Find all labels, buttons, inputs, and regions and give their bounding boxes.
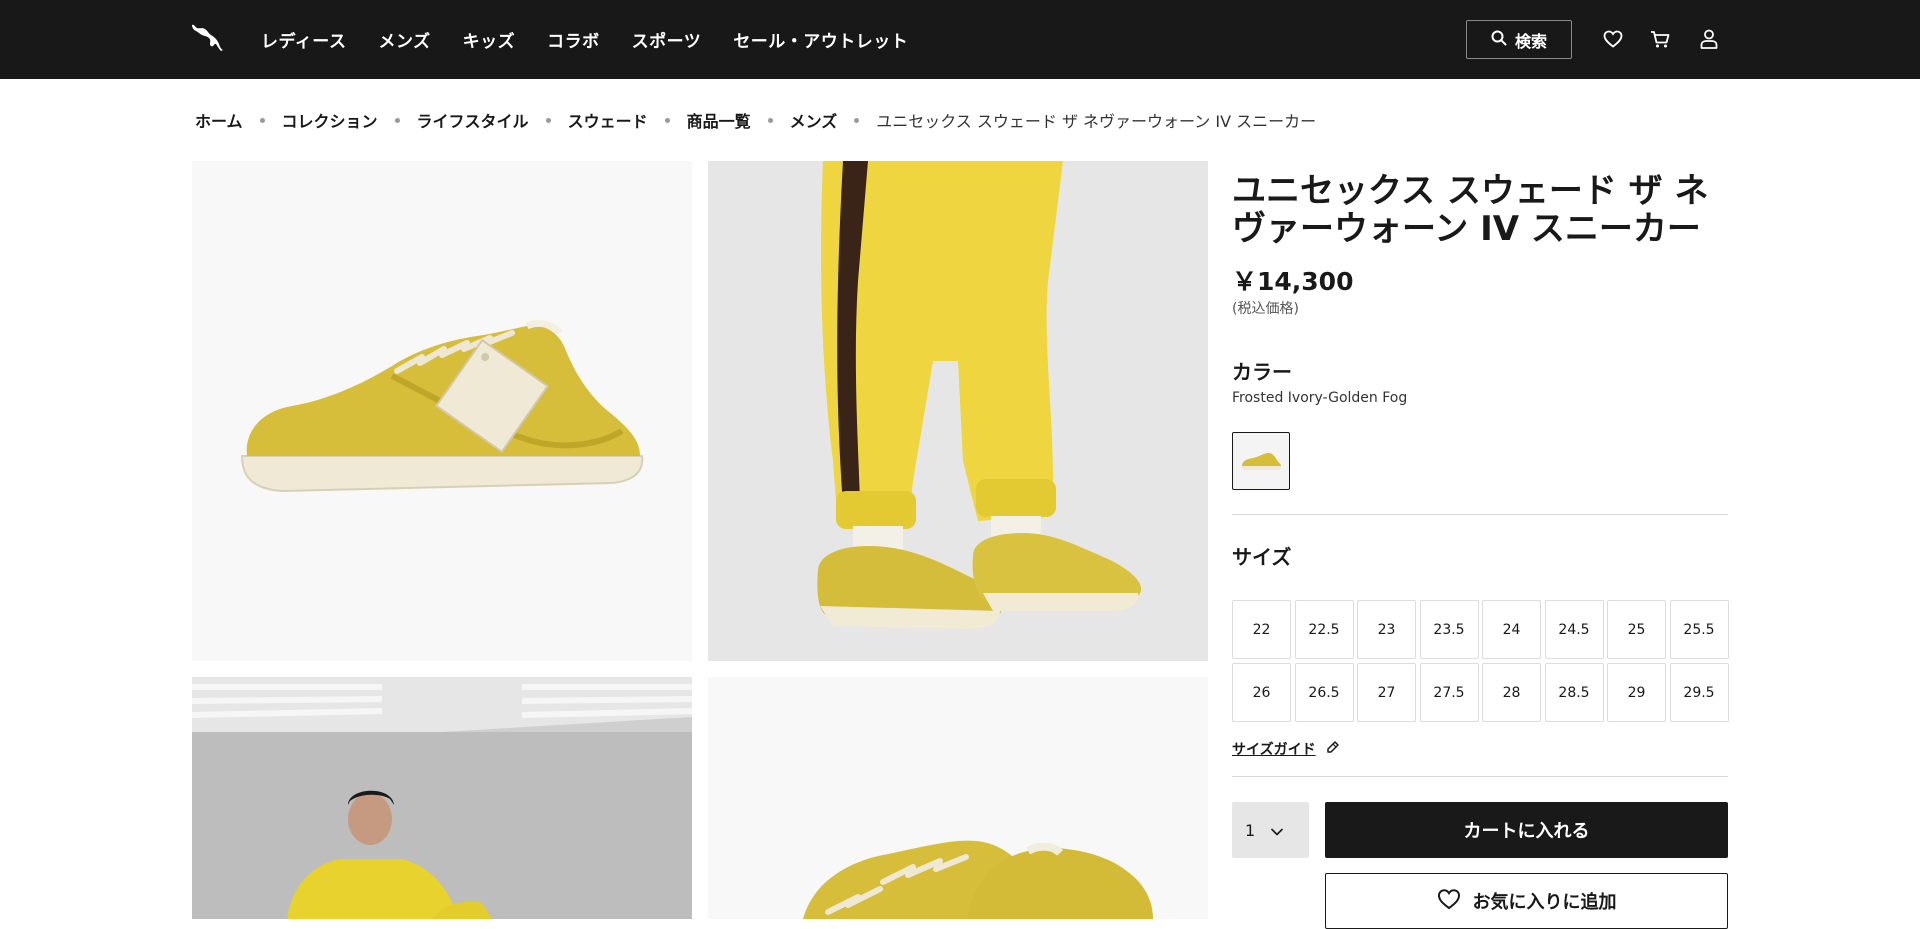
- breadcrumb-separator: [394, 117, 400, 123]
- search-label: 検索: [1514, 31, 1547, 51]
- chevron-down-icon: [1271, 821, 1283, 840]
- product-image-shoe-side[interactable]: [192, 161, 692, 661]
- size-option[interactable]: 22.5: [1294, 600, 1354, 659]
- color-name: Frosted Ivory-Golden Fog: [1232, 390, 1408, 406]
- search-icon: [1491, 30, 1507, 50]
- quantity-select[interactable]: 1: [1232, 802, 1309, 858]
- user-icon[interactable]: [1697, 27, 1721, 51]
- nav-item-sports[interactable]: スポーツ: [632, 27, 702, 52]
- nav-item-sale-outlet[interactable]: セール・アウトレット: [733, 27, 908, 52]
- size-option[interactable]: 27.5: [1419, 663, 1479, 722]
- add-to-wishlist-label: お気に入りに追加: [1472, 892, 1617, 913]
- size-option[interactable]: 29: [1607, 663, 1666, 722]
- breadcrumb-mens[interactable]: メンズ: [790, 108, 838, 132]
- search-button[interactable]: 検索: [1466, 20, 1572, 59]
- nav-item-kids[interactable]: キッズ: [463, 27, 516, 52]
- color-swatch[interactable]: [1232, 432, 1290, 490]
- add-to-cart-button[interactable]: カートに入れる: [1325, 802, 1728, 858]
- breadcrumb-products[interactable]: 商品一覧: [687, 108, 751, 132]
- main-nav: レディース メンズ キッズ コラボ スポーツ セール・アウトレット: [261, 0, 940, 79]
- size-heading: サイズ: [1232, 545, 1292, 569]
- breadcrumb-separator: [767, 117, 773, 123]
- breadcrumb-home[interactable]: ホーム: [195, 108, 243, 132]
- breadcrumb-collection[interactable]: コレクション: [282, 108, 378, 132]
- product-image-model-seated[interactable]: [192, 677, 692, 919]
- heart-icon: [1437, 888, 1461, 915]
- size-option[interactable]: 28: [1482, 663, 1541, 722]
- size-option[interactable]: 26: [1232, 663, 1291, 722]
- size-option[interactable]: 25: [1607, 600, 1666, 659]
- size-option[interactable]: 23.5: [1419, 600, 1479, 659]
- nav-item-ladies[interactable]: レディース: [261, 27, 346, 52]
- color-heading: カラー: [1232, 360, 1292, 384]
- ruler-icon: [1326, 740, 1340, 758]
- breadcrumb-separator: [259, 117, 265, 123]
- size-option[interactable]: 29.5: [1669, 663, 1729, 722]
- nav-item-mens[interactable]: メンズ: [378, 27, 430, 52]
- divider: [1232, 776, 1728, 777]
- breadcrumb: ホーム コレクション ライフスタイル スウェード 商品一覧 メンズ ユニセックス…: [195, 108, 1316, 132]
- product-image-shoe-pair[interactable]: [708, 677, 1208, 919]
- size-option[interactable]: 26.5: [1294, 663, 1354, 722]
- size-guide-label: サイズガイド: [1232, 742, 1316, 758]
- breadcrumb-separator: [545, 117, 551, 123]
- add-to-wishlist-button[interactable]: お気に入りに追加: [1325, 873, 1728, 929]
- quantity-value: 1: [1245, 820, 1256, 840]
- size-option[interactable]: 25.5: [1669, 600, 1729, 659]
- size-option[interactable]: 27: [1357, 663, 1416, 722]
- size-grid: 22 22.5 23 23.5 24 24.5 25 25.5 26 26.5 …: [1232, 600, 1729, 722]
- breadcrumb-current: ユニセックス スウェード ザ ネヴァーウォーン IV スニーカー: [876, 112, 1317, 131]
- size-option[interactable]: 28.5: [1544, 663, 1604, 722]
- product-image-model-legs[interactable]: [708, 161, 1208, 661]
- size-option[interactable]: 23: [1357, 600, 1416, 659]
- size-option[interactable]: 22: [1232, 600, 1291, 659]
- size-option[interactable]: 24.5: [1544, 600, 1604, 659]
- breadcrumb-separator: [664, 117, 670, 123]
- nav-item-collab[interactable]: コラボ: [547, 27, 600, 52]
- heart-icon[interactable]: [1601, 27, 1625, 51]
- product-title: ユニセックス スウェード ザ ネヴァーウォーン IV スニーカー: [1232, 171, 1709, 249]
- breadcrumb-suede[interactable]: スウェード: [568, 108, 648, 132]
- breadcrumb-lifestyle[interactable]: ライフスタイル: [417, 108, 529, 132]
- divider: [1232, 514, 1728, 515]
- puma-logo-icon[interactable]: [190, 22, 224, 52]
- size-option[interactable]: 24: [1482, 600, 1541, 659]
- product-price: ￥14,300: [1232, 267, 1354, 296]
- breadcrumb-separator: [854, 117, 860, 123]
- cart-icon[interactable]: [1648, 27, 1672, 51]
- tax-note: (税込価格): [1232, 301, 1299, 317]
- size-guide-link[interactable]: サイズガイド: [1232, 739, 1340, 759]
- site-header: レディース メンズ キッズ コラボ スポーツ セール・アウトレット 検索: [0, 0, 1920, 79]
